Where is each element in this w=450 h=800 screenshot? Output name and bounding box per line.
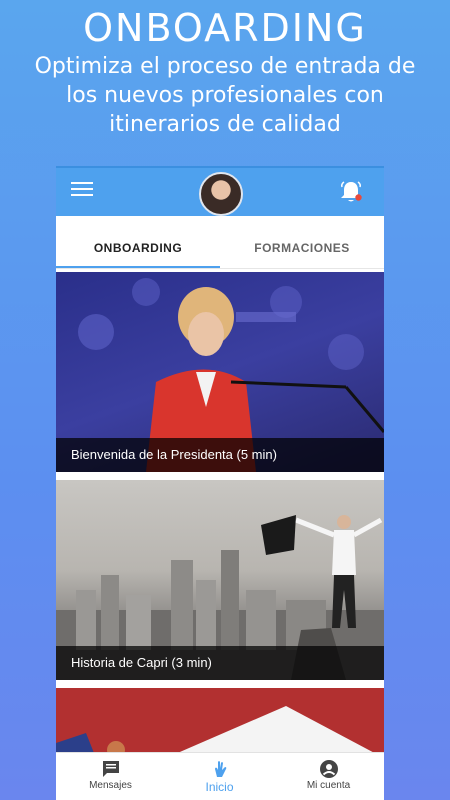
nav-mi-cuenta[interactable]: Mi cuenta	[274, 753, 383, 800]
video-card[interactable]: Historia de Capri (3 min)	[56, 480, 384, 680]
video-card[interactable]	[56, 688, 384, 758]
tab-active-indicator	[56, 266, 220, 268]
nav-label: Mensajes	[89, 780, 132, 791]
video-title: Historia de Capri (3 min)	[56, 646, 384, 680]
video-title: Bienvenida de la Presidenta (5 min)	[56, 438, 384, 472]
tab-formaciones[interactable]: FORMACIONES	[220, 216, 384, 268]
bell-icon[interactable]	[338, 179, 364, 205]
tab-label: ONBOARDING	[93, 241, 183, 255]
app-screen: ONBOARDING FORMACIONES Bienvenida de la …	[56, 166, 384, 800]
video-card[interactable]: Bienvenida de la Presidenta (5 min)	[56, 272, 384, 472]
menu-icon[interactable]	[71, 182, 93, 200]
video-thumbnail	[56, 706, 384, 758]
hand-icon	[214, 761, 226, 777]
tab-label: FORMACIONES	[254, 241, 350, 255]
avatar[interactable]	[199, 172, 243, 216]
nav-label: Inicio	[205, 780, 234, 794]
nav-mensajes[interactable]: Mensajes	[56, 753, 165, 800]
chat-icon	[102, 761, 119, 777]
bottom-nav: Mensajes Inicio Mi cuenta	[56, 752, 384, 800]
nav-label: Mi cuenta	[306, 780, 351, 791]
tab-onboarding[interactable]: ONBOARDING	[56, 216, 220, 268]
nav-inicio[interactable]: Inicio	[165, 753, 274, 800]
app-bar	[56, 166, 384, 216]
promo-subtitle: Optimiza el proceso de entrada de los nu…	[34, 54, 416, 137]
promo-title: ONBOARDING	[83, 6, 367, 50]
account-icon	[319, 760, 338, 778]
tab-bar: ONBOARDING FORMACIONES	[56, 216, 384, 269]
